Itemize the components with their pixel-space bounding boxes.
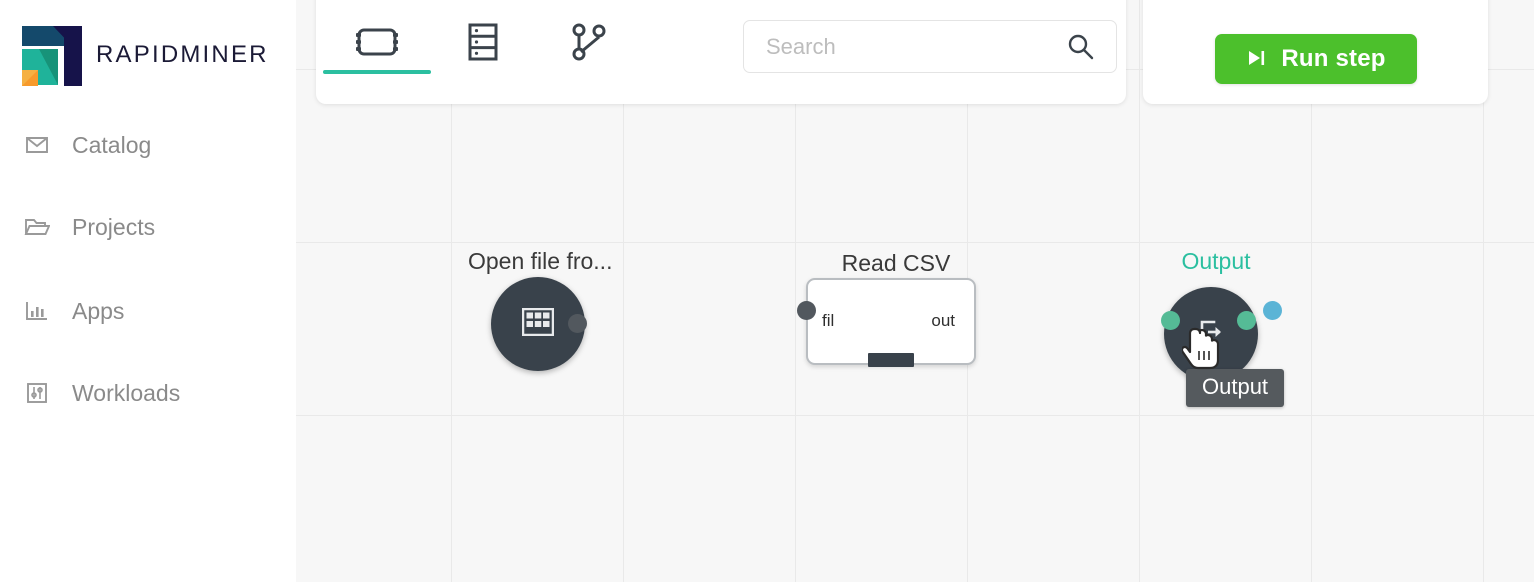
port-read-csv-fil-label: fil [822,311,835,330]
brand-name: RAPIDMINER [96,41,269,68]
sidebar-item-catalog-label: Catalog [72,131,152,158]
port-output-out[interactable] [1237,311,1256,330]
search-icon[interactable] [1067,33,1116,60]
sidebar-item-apps-label: Apps [72,297,125,324]
rapidminer-logo-icon [20,22,82,88]
toolbar-panel [316,0,1126,104]
node-read-csv-title: Read CSV [841,250,951,276]
tab-data[interactable] [430,0,536,88]
tab-versions[interactable] [536,0,642,88]
bar-chart-icon [24,298,50,324]
port-read-csv-out[interactable] [1263,301,1282,320]
run-step-button-label: Run step [1281,45,1386,72]
database-icon [466,22,500,67]
sidebar-item-projects-label: Projects [72,213,156,240]
sidebar-item-apps[interactable]: Apps [24,291,274,331]
brand-logo[interactable]: RAPIDMINER [20,22,269,88]
skip-forward-icon [1246,48,1266,71]
port-read-csv-out-label: out [931,311,955,330]
sidebar-item-catalog[interactable]: Catalog [24,125,274,165]
operator-block-icon [353,25,401,64]
port-read-csv-fil[interactable] [797,301,816,320]
application-window: Open file fro... Read CSV fil out Output… [0,0,1534,582]
table-grid-icon [521,307,555,341]
search-input[interactable] [744,33,1067,60]
sidebar-item-projects[interactable]: Projects [24,207,274,247]
node-output-tooltip: Output [1186,369,1285,407]
export-arrow-icon [1195,316,1227,353]
git-branch-icon [570,22,608,67]
port-open-file-out[interactable] [568,314,587,333]
node-open-file-title: Open file fro... [468,248,613,274]
node-output[interactable] [1164,287,1258,381]
search-box[interactable] [743,20,1117,73]
sidebar-item-workloads[interactable]: Workloads [24,373,274,413]
sidebar: RAPIDMINER Catalog Projects Apps Workloa… [0,0,296,582]
node-read-csv[interactable]: fil out [806,278,976,367]
node-output-title: Output [1181,248,1251,274]
inbox-icon [24,132,50,158]
sidebar-item-workloads-label: Workloads [72,379,181,406]
tab-operators-active-indicator [323,70,431,74]
node-read-csv-status-bar [868,353,914,367]
port-output-in[interactable] [1161,311,1180,330]
run-panel: Run step [1143,0,1488,104]
run-step-button[interactable]: Run step [1215,34,1417,84]
folder-icon [24,214,50,240]
sliders-icon [24,380,50,406]
tab-operators[interactable] [323,0,431,88]
